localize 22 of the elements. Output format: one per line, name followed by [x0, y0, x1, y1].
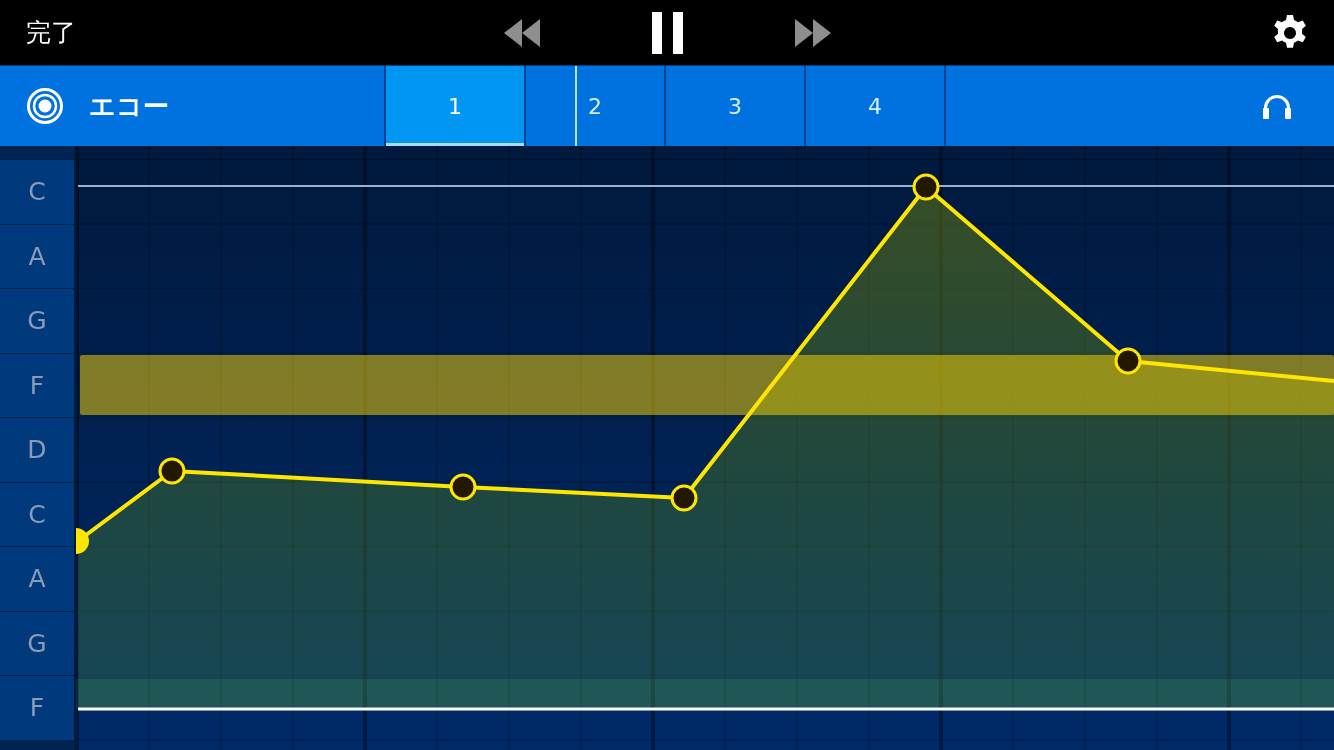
pause-button[interactable] [651, 11, 683, 54]
done-button[interactable]: 完了 [22, 14, 80, 51]
pitch-label: G [0, 289, 74, 353]
pitch-label: C [0, 482, 74, 546]
headphones-icon [1262, 93, 1292, 119]
measure-tab[interactable]: 1 [386, 66, 526, 146]
settings-icon [1272, 14, 1308, 51]
pause-icon [651, 11, 683, 54]
pitch-label: D [0, 418, 74, 482]
pitch-label: F [0, 353, 74, 417]
settings-button[interactable] [1272, 14, 1308, 51]
pitch-label: A [0, 547, 74, 611]
pitch-label: F [0, 676, 74, 740]
playhead-marker[interactable] [575, 66, 577, 146]
pitch-label: G [0, 611, 74, 675]
track-title: エコー [89, 89, 169, 123]
target-icon [27, 88, 63, 124]
fast-forward-icon [794, 18, 831, 47]
headphones-button[interactable] [1262, 93, 1292, 119]
pitch-label: C [0, 160, 74, 224]
pitch-label: A [0, 224, 74, 288]
rewind-icon [503, 18, 540, 47]
